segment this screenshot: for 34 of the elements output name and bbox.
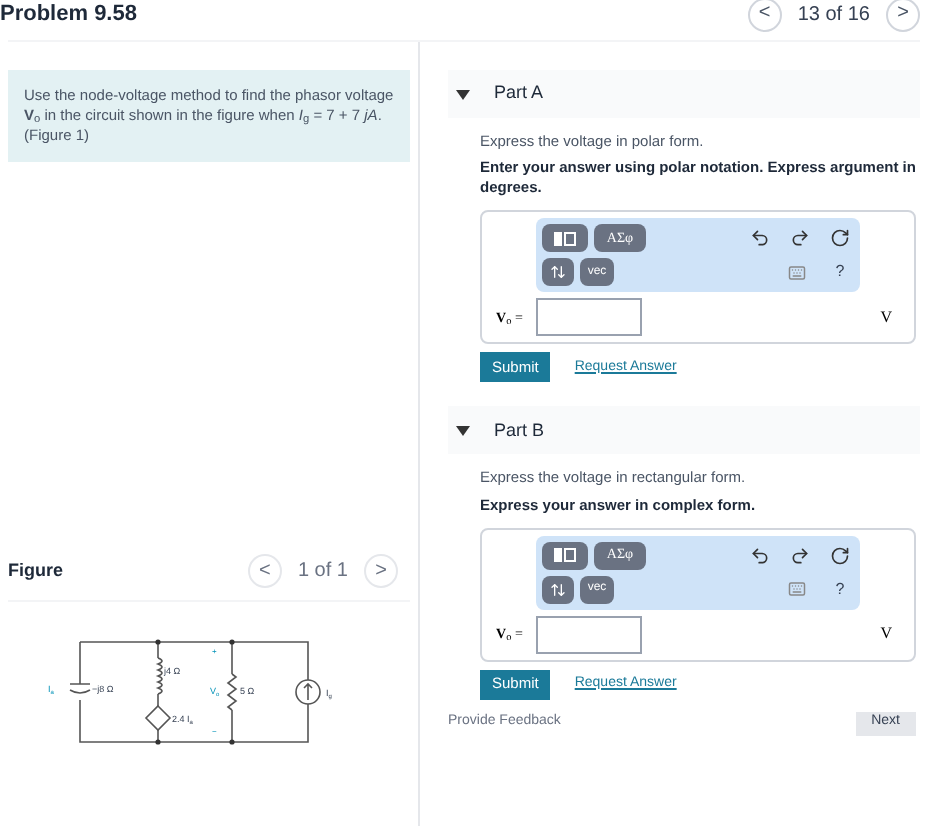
problem-title: Problem 9.58 bbox=[0, 3, 137, 25]
figure-title: Figure bbox=[8, 557, 64, 584]
keyboard-icon[interactable] bbox=[788, 263, 806, 282]
keyboard-icon[interactable] bbox=[788, 580, 806, 598]
answer-field[interactable] bbox=[536, 298, 642, 337]
template-icon bbox=[554, 548, 576, 562]
redo-icon[interactable] bbox=[790, 545, 810, 565]
previous-button[interactable]: < bbox=[247, 554, 282, 588]
unit-label: V bbox=[880, 622, 894, 646]
reset-icon[interactable] bbox=[830, 228, 850, 249]
template-button[interactable] bbox=[542, 224, 588, 253]
next-button[interactable]: > bbox=[364, 554, 398, 588]
caret-icon bbox=[456, 89, 470, 99]
undo-icon[interactable] bbox=[750, 545, 770, 565]
part-header[interactable]: Part B bbox=[448, 406, 920, 455]
reset-icon[interactable] bbox=[830, 545, 850, 565]
template-icon bbox=[554, 231, 576, 246]
arrows-icon bbox=[550, 264, 566, 281]
undo-icon[interactable] bbox=[750, 228, 770, 249]
arrows-icon bbox=[550, 581, 566, 597]
previous-button[interactable]: < bbox=[747, 0, 782, 31]
part-header[interactable]: Part A bbox=[448, 70, 920, 118]
answer-field[interactable] bbox=[536, 615, 642, 653]
arrows-button[interactable] bbox=[542, 258, 574, 287]
template-button[interactable] bbox=[542, 541, 588, 569]
redo-icon[interactable] bbox=[790, 228, 810, 249]
arrows-button[interactable] bbox=[542, 575, 574, 603]
next-button[interactable]: > bbox=[886, 0, 920, 31]
help-button[interactable]: ? bbox=[830, 577, 850, 601]
page-counter: 1 of 1 bbox=[297, 558, 348, 586]
caret-icon bbox=[456, 425, 470, 436]
unit-label: V bbox=[880, 305, 894, 330]
page-counter: 13 of 16 bbox=[797, 1, 870, 29]
help-button[interactable]: ? bbox=[830, 260, 850, 285]
